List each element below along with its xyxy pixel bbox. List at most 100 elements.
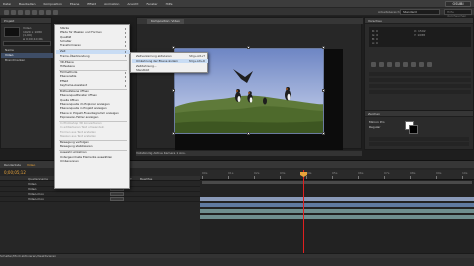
menu-effekt[interactable]: Effekt — [87, 2, 96, 6]
character-tab[interactable]: Zeichen — [365, 111, 473, 117]
menu-bar: Datei Bearbeiten Komposition Ebene Effek… — [0, 0, 474, 8]
layer-row[interactable]: Video.mov — [0, 197, 200, 202]
pan-behind-tool-icon[interactable] — [39, 9, 44, 15]
col-source-name[interactable]: Quellenname — [28, 177, 48, 181]
layer-mode-select[interactable] — [110, 192, 124, 196]
text-tool-icon[interactable] — [53, 9, 58, 15]
transform-handle-br[interactable] — [322, 132, 325, 135]
menu-datei[interactable]: Datei — [3, 2, 11, 6]
composition-controls-bar[interactable]: Vollständig Aktive Kamera 1 Ans. — [136, 150, 362, 156]
submenu-item[interactable]: Zeitverzerrung aktivieren Strg+Alt+T — [136, 54, 208, 58]
rotate-tool-icon[interactable] — [25, 9, 30, 15]
info-readout: R: 0 G: 0 B: 0 A: 0 X: 1592 Y: 1088 — [369, 27, 471, 47]
transform-handle-bc[interactable] — [247, 132, 250, 135]
ruler-tick — [332, 176, 333, 179]
tab-video-timeline[interactable]: Video — [27, 163, 35, 167]
preview-setting-row[interactable] — [369, 78, 471, 82]
submenu-item[interactable]: Umkehrung der Ebene ändern Strg+Alt+R — [132, 58, 208, 63]
character-setting-row[interactable] — [369, 137, 469, 141]
submenu-item-label: Zeitdehnung... — [136, 63, 157, 68]
menu-ebene[interactable]: Ebene — [70, 2, 79, 6]
menu-item[interactable]: Hilfsebene — [60, 64, 128, 69]
tab-renderliste[interactable]: Renderliste — [4, 163, 21, 167]
info-a: A: 0 — [372, 41, 378, 45]
selection-tool-icon[interactable] — [4, 9, 9, 15]
preview-setting-row[interactable] — [369, 84, 471, 88]
project-search-input[interactable] — [3, 41, 51, 46]
menu-bearbeiten[interactable]: Bearbeiten — [19, 2, 35, 6]
layer-name: Video.mov — [28, 197, 44, 201]
layer-track-bar[interactable] — [200, 215, 474, 219]
transform-handle-bl[interactable] — [172, 132, 175, 135]
transform-handle-mr[interactable] — [322, 89, 325, 92]
submenu-arrow-icon — [125, 50, 126, 53]
playhead-line[interactable] — [303, 170, 304, 259]
transform-handle-tc[interactable] — [247, 46, 250, 49]
ruler-tick — [358, 176, 359, 179]
camera-tool-icon[interactable] — [32, 9, 37, 15]
project-item-folder[interactable]: Brandmarken — [1, 58, 53, 63]
ruler-label: 07s — [384, 171, 390, 175]
ruler-tick — [254, 176, 255, 179]
transform-handle-tl[interactable] — [172, 46, 175, 49]
transform-handle-tr[interactable] — [322, 46, 325, 49]
help-search-input[interactable]: Hilfe durchsuchen — [444, 9, 472, 18]
layer-track-bar[interactable] — [200, 203, 474, 207]
col-trkmat[interactable]: BewMas — [140, 177, 152, 181]
hand-tool-icon[interactable] — [11, 9, 16, 15]
submenu-arrow-icon — [125, 80, 126, 83]
submenu-arrow-icon — [125, 84, 126, 87]
audio-icon[interactable] — [411, 62, 416, 67]
menu-animation[interactable]: Animation — [104, 2, 119, 6]
ruler-tick — [384, 176, 385, 179]
composition-tab[interactable]: Komposition: Video — [147, 18, 184, 24]
layer-track-bar[interactable] — [200, 209, 474, 213]
stroke-color-swatch[interactable] — [409, 125, 418, 134]
next-frame-icon[interactable] — [395, 62, 400, 67]
timeline-tracks[interactable]: 00s 01s 02s 03s 04s 05s 06s 07s 08s 09s … — [200, 170, 474, 259]
play-icon[interactable] — [387, 62, 392, 67]
submenu-item[interactable]: Standbild — [136, 68, 208, 72]
current-timecode[interactable]: 0;00;05;12 — [4, 170, 26, 175]
previous-frame-icon[interactable] — [379, 62, 384, 67]
font-family-select[interactable]: Minion Pro — [369, 120, 385, 124]
menu-hilfe[interactable]: Hilfe — [166, 2, 173, 6]
menu-item[interactable]: Bewegung stabilisieren — [60, 145, 128, 149]
menu-item[interactable]: Umbenennen — [60, 159, 128, 164]
submenu-shortcut: Strg+Alt+T — [189, 54, 205, 58]
layer-mode-select[interactable] — [110, 197, 124, 201]
loop-icon[interactable] — [419, 62, 424, 67]
submenu-item[interactable]: Zeitdehnung... — [136, 64, 208, 68]
preview-setting-row[interactable] — [369, 72, 471, 76]
pen-tool-icon[interactable] — [46, 9, 51, 15]
menu-komposition[interactable]: Komposition — [44, 2, 62, 6]
project-tab[interactable]: Projekt — [1, 18, 51, 24]
col-t[interactable]: T — [130, 177, 132, 181]
layer-track-bar[interactable] — [200, 197, 474, 201]
ram-preview-icon[interactable] — [427, 62, 432, 67]
workspace-label: Arbeitsbereich: — [378, 10, 401, 14]
character-setting-row[interactable] — [369, 142, 469, 146]
work-area-bar[interactable] — [202, 181, 472, 184]
menu-ansicht[interactable]: Ansicht — [127, 2, 138, 6]
menu-item[interactable]: Transformieren — [60, 44, 128, 48]
layer-context-menu: Stärke Pfade für Masken und Formen Qualitä… — [54, 24, 130, 189]
menu-item[interactable]: Keyframe-Assistent — [60, 83, 128, 88]
time-ruler[interactable]: 00s 01s 02s 03s 04s 05s 06s 07s 08s 09s … — [200, 170, 474, 180]
menu-fenster[interactable]: Fenster — [146, 2, 157, 6]
first-frame-icon[interactable] — [371, 62, 376, 67]
workspace-select[interactable]: Standard — [400, 9, 440, 15]
font-style-select[interactable]: Regular — [369, 125, 381, 129]
transform-handle-ml[interactable] — [172, 89, 175, 92]
preview-controls — [371, 62, 432, 67]
menu-item[interactable]: Frame-Überblendung — [60, 54, 128, 59]
preview-setting-row[interactable] — [369, 90, 471, 94]
last-frame-icon[interactable] — [403, 62, 408, 67]
menu-item[interactable]: Expression-Fehler anzeigen — [60, 115, 128, 120]
menu-item[interactable]: Ebenenstile — [60, 75, 128, 79]
zoom-tool-icon[interactable] — [18, 9, 23, 15]
ruler-label: 06s — [358, 171, 364, 175]
character-panel: Zeichen Minion Pro Regular — [364, 110, 474, 150]
ruler-label: 00s — [202, 171, 208, 175]
preview-tab[interactable]: Vorschau — [365, 18, 473, 24]
